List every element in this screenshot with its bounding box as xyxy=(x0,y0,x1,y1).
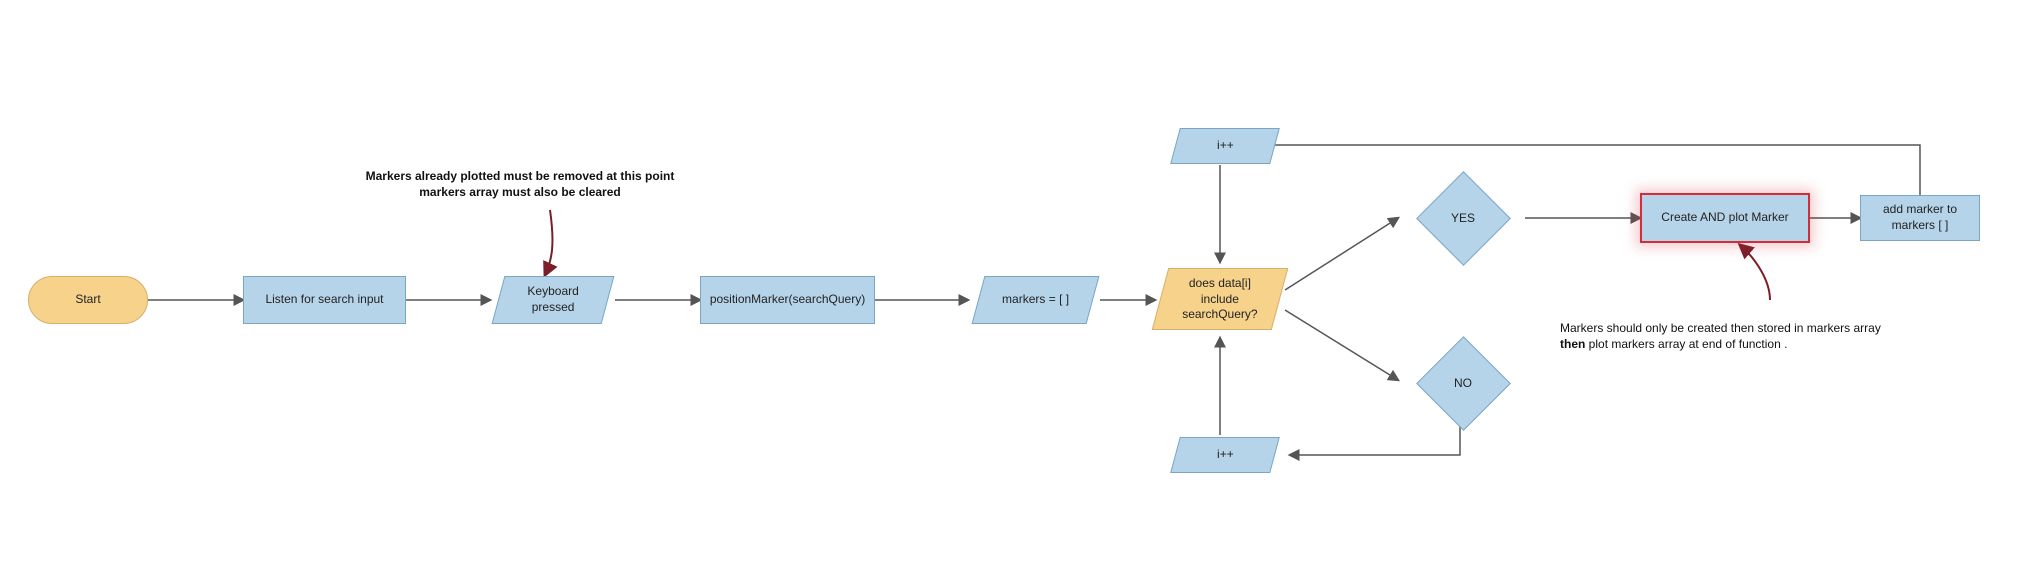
listen-node: Listen for search input xyxy=(243,276,406,324)
position-marker-node: positionMarker(searchQuery) xyxy=(700,276,875,324)
annotation-top: Markers already plotted must be removed … xyxy=(305,168,735,200)
annotation-bottom-rest: plot markers array at end of function . xyxy=(1585,337,1787,351)
i-increment-bottom-node: i++ xyxy=(1170,437,1280,473)
add-marker-label: add marker to markers [ ] xyxy=(1871,202,1969,233)
position-marker-label: positionMarker(searchQuery) xyxy=(710,292,865,308)
add-marker-node: add marker to markers [ ] xyxy=(1860,195,1980,241)
yes-label: YES xyxy=(1451,211,1475,225)
i-increment-top-node: i++ xyxy=(1170,128,1280,164)
start-node: Start xyxy=(28,276,148,324)
annotation-bottom: Markers should only be created then stor… xyxy=(1560,320,2000,352)
no-label: NO xyxy=(1454,376,1472,390)
i-increment-top-label: i++ xyxy=(1217,138,1234,154)
keyboard-pressed-node: Keyboard pressed xyxy=(492,276,615,324)
markers-init-label: markers = [ ] xyxy=(1002,292,1069,308)
no-diamond: NO xyxy=(1398,335,1528,430)
keyboard-pressed-label: Keyboard pressed xyxy=(509,284,597,315)
start-label: Start xyxy=(75,292,100,308)
decision-node: does data[i] include searchQuery? xyxy=(1152,268,1289,330)
yes-diamond: YES xyxy=(1398,170,1528,265)
annotation-bottom-line1: Markers should only be created then stor… xyxy=(1560,321,1881,335)
create-plot-marker-node: Create AND plot Marker xyxy=(1640,193,1810,243)
flowchart-canvas: Start Listen for search input Keyboard p… xyxy=(0,0,2026,579)
decision-label: does data[i] include searchQuery? xyxy=(1171,276,1269,323)
markers-init-node: markers = [ ] xyxy=(972,276,1100,324)
create-plot-marker-label: Create AND plot Marker xyxy=(1661,210,1788,226)
annotation-top-line2: markers array must also be cleared xyxy=(419,185,620,199)
i-increment-bottom-label: i++ xyxy=(1217,447,1234,463)
annotation-top-line1: Markers already plotted must be removed … xyxy=(366,169,675,183)
listen-label: Listen for search input xyxy=(265,292,383,308)
annotation-bottom-pre: then xyxy=(1560,337,1585,351)
